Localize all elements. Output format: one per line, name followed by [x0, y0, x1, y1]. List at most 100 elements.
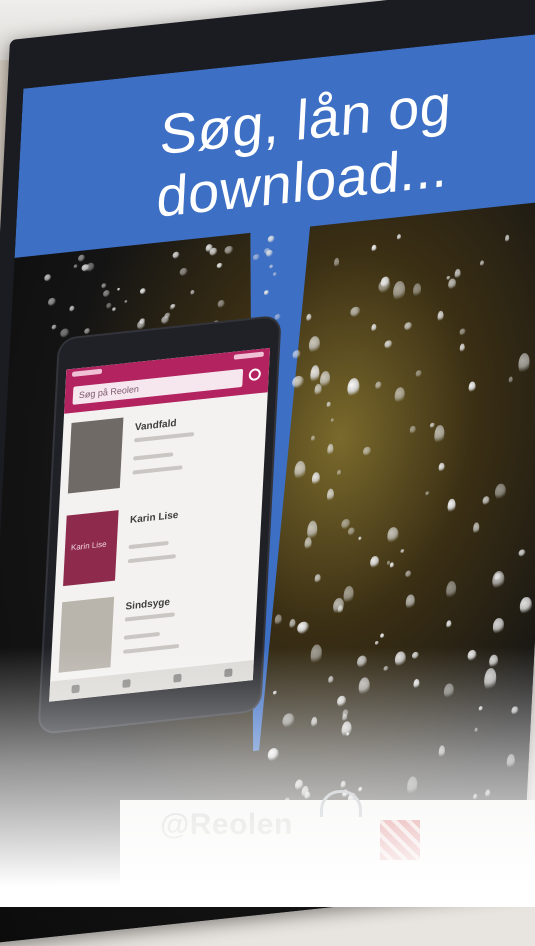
- raindrop: [467, 649, 477, 661]
- nav-loans-icon[interactable]: [172, 673, 182, 683]
- raindrop: [328, 676, 334, 685]
- raindrop: [392, 280, 406, 303]
- raindrop: [171, 303, 176, 309]
- search-icon[interactable]: [248, 367, 262, 382]
- raindrop: [358, 676, 371, 697]
- raindrop: [340, 780, 347, 790]
- raindrop: [73, 263, 79, 269]
- raindrop: [437, 310, 444, 323]
- raindrop: [330, 418, 335, 424]
- raindrop: [84, 327, 91, 335]
- raindrop: [389, 562, 394, 569]
- raindrop: [491, 570, 505, 590]
- raindrop: [378, 279, 391, 293]
- raindrop: [386, 526, 399, 544]
- book-meta: [127, 554, 176, 564]
- raindrop: [288, 618, 296, 629]
- raindrop: [410, 425, 416, 434]
- raindrop: [518, 549, 526, 558]
- raindrop: [405, 593, 416, 610]
- raindrop: [293, 460, 306, 481]
- raindrop: [447, 498, 456, 514]
- raindrop: [136, 320, 146, 330]
- raindrop: [362, 446, 372, 456]
- raindrop: [78, 254, 86, 263]
- raindrop: [172, 251, 180, 260]
- nav-profile-icon[interactable]: [223, 668, 233, 678]
- raindrop: [43, 274, 52, 283]
- list-item[interactable]: Vandfald: [67, 403, 259, 503]
- raindrop: [274, 613, 283, 626]
- raindrop: [425, 490, 430, 496]
- raindrop: [482, 495, 490, 506]
- raindrop: [309, 643, 323, 666]
- book-meta: [133, 452, 174, 461]
- raindrop: [511, 705, 519, 715]
- raindrop: [400, 548, 405, 554]
- raindrop: [504, 234, 510, 243]
- raindrop: [468, 381, 476, 393]
- raindrop: [434, 424, 445, 445]
- raindrop: [106, 302, 112, 309]
- raindrop: [374, 640, 379, 645]
- raindrop: [347, 527, 356, 536]
- raindrop: [358, 536, 363, 541]
- raindrop: [394, 650, 407, 668]
- book-meta: [123, 631, 160, 640]
- raindrop: [506, 753, 516, 770]
- raindrop: [336, 469, 341, 476]
- raindrop: [346, 377, 360, 399]
- brand-name: @Reolen: [160, 808, 293, 841]
- raindrop: [267, 747, 279, 762]
- raindrop: [403, 321, 413, 331]
- raindrop: [310, 365, 320, 384]
- book-title: Sindsyge: [125, 596, 171, 613]
- book-cover: [58, 596, 115, 673]
- red-logo-mark: [380, 820, 420, 860]
- raindrop: [291, 375, 305, 389]
- raindrop: [370, 323, 377, 333]
- raindrop: [459, 343, 466, 353]
- raindrop: [386, 560, 391, 566]
- book-meta: [134, 432, 195, 443]
- raindrop: [341, 720, 353, 739]
- raindrop: [190, 289, 196, 296]
- headline-text: Søg, lån og download...: [155, 72, 454, 229]
- raindrop: [474, 727, 478, 733]
- nav-home-icon[interactable]: [70, 684, 80, 694]
- raindrop: [447, 277, 457, 291]
- raindrop: [396, 233, 401, 241]
- raindrop: [296, 621, 310, 635]
- raindrop: [430, 422, 435, 428]
- raindrop: [446, 620, 452, 629]
- raindrop: [123, 300, 128, 304]
- raindrop: [480, 260, 485, 267]
- raindrop: [405, 569, 412, 578]
- list-item[interactable]: Karin Lise Karin Lise: [63, 496, 255, 596]
- app-header: Søg på Reolen: [64, 347, 271, 414]
- raindrop: [358, 787, 363, 792]
- raindrop: [445, 580, 457, 601]
- raindrop: [438, 462, 445, 472]
- book-title: Karin Lise: [129, 509, 179, 526]
- raindrop: [116, 287, 121, 292]
- raindrop: [291, 349, 302, 360]
- app-screen: Søg på Reolen Vandfald Karin Lise Karin …: [49, 347, 271, 702]
- raindrop: [488, 654, 499, 669]
- raindrop: [273, 690, 278, 696]
- raindrop: [224, 245, 234, 255]
- book-meta: [124, 612, 175, 622]
- raindrop: [370, 555, 380, 569]
- raindrop: [412, 282, 422, 298]
- raindrop: [413, 678, 420, 690]
- book-cover: [67, 417, 124, 494]
- raindrop: [216, 262, 223, 269]
- footer-strip: @Reolen: [120, 790, 535, 890]
- raindrop: [459, 328, 466, 336]
- raindrop: [51, 324, 57, 330]
- nav-search-icon[interactable]: [121, 679, 131, 689]
- raindrop: [371, 244, 377, 253]
- raindrop: [517, 352, 531, 376]
- raindrop: [311, 435, 316, 442]
- raindrop: [350, 306, 361, 318]
